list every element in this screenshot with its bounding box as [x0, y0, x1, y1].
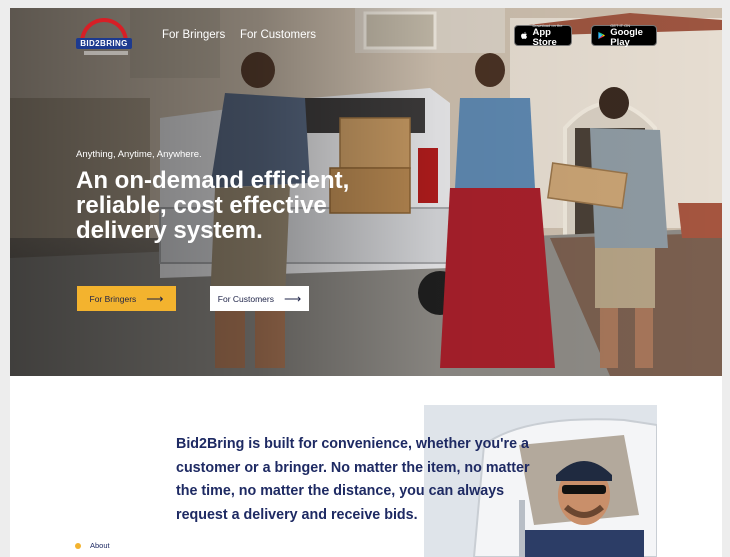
logo-wordmark: BID2BRING [76, 38, 132, 49]
app-store-small: Download on the [532, 23, 563, 28]
app-store-big: App Store [532, 27, 557, 48]
google-play-text: GET IT ON Google Play [610, 23, 650, 48]
nav-for-customers[interactable]: For Customers [240, 29, 316, 41]
arrow-right-icon: ⟶ [284, 291, 302, 306]
intro-statement: Bid2Bring is built for convenience, whet… [176, 436, 530, 523]
logo-tagline [84, 51, 128, 55]
for-bringers-button-label: For Bringers [89, 293, 137, 304]
nav-for-bringers[interactable]: For Bringers [162, 29, 225, 41]
apple-icon [521, 31, 528, 39]
arrow-right-icon: ⟶ [146, 291, 164, 306]
side-nav-about[interactable]: About [90, 541, 110, 550]
google-play-big: Google Play [610, 27, 643, 48]
app-store-badge[interactable]: Download on the App Store [514, 23, 572, 48]
play-icon [598, 31, 605, 40]
hero-kicker: Anything, Anytime, Anywhere. [76, 149, 202, 160]
about-indicator-dot [75, 543, 81, 549]
app-store-text: Download on the App Store [532, 23, 565, 48]
landing-page: BID2BRING For Bringers For Customers Dow… [10, 8, 722, 557]
bid2bring-logo[interactable]: BID2BRING [74, 18, 134, 58]
for-bringers-button[interactable]: For Bringers ⟶ [77, 286, 176, 311]
google-play-badge[interactable]: GET IT ON Google Play [591, 23, 657, 48]
for-customers-button-label: For Customers [217, 293, 274, 304]
hero-headline: An on-demand efficient, reliable, cost e… [76, 167, 350, 244]
for-customers-button[interactable]: For Customers ⟶ [210, 286, 309, 311]
hero-section: BID2BRING For Bringers For Customers Dow… [10, 8, 722, 376]
google-play-small: GET IT ON [610, 23, 631, 28]
